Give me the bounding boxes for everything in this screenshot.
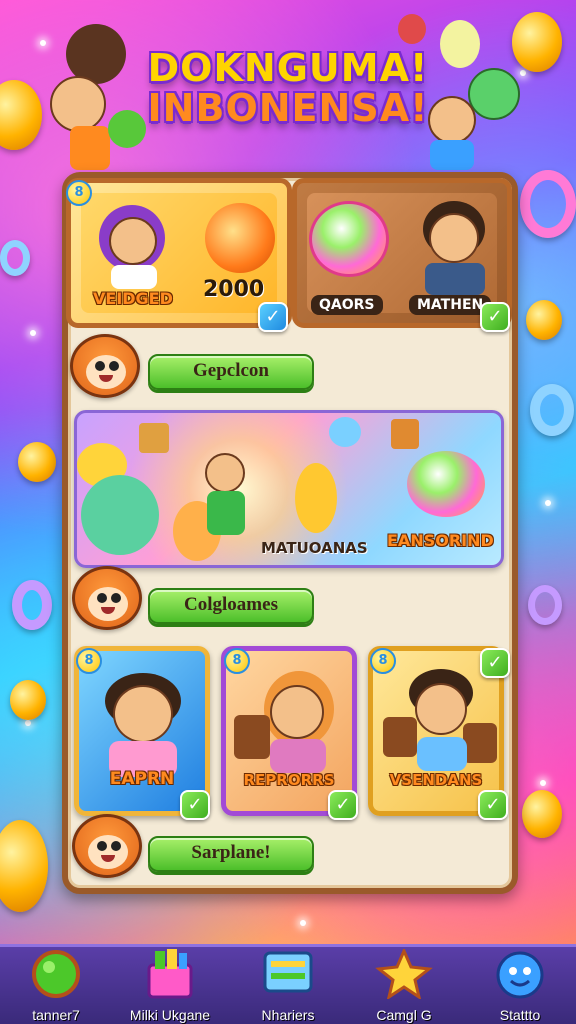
gold-coin-decoration xyxy=(18,442,56,482)
game-title-line2: INBONENSA! xyxy=(147,86,429,130)
gold-coin-decoration xyxy=(526,300,562,340)
nav-item-camgl-g[interactable]: Camgl G xyxy=(354,947,454,1024)
rainbow-shell-icon xyxy=(407,451,485,517)
card-label-right: MATHEN xyxy=(409,295,492,315)
blue-creature xyxy=(329,417,361,447)
chat-board-icon xyxy=(259,949,317,999)
nav-label: Stattto xyxy=(499,1007,541,1023)
nav-label: Milki Ukgane xyxy=(129,1007,211,1023)
character-card-label: VSENDANS xyxy=(389,771,483,789)
card-value: 2000 xyxy=(203,277,265,302)
monkey-mascot-icon xyxy=(70,334,140,398)
gold-coin-decoration xyxy=(0,80,42,150)
character-avatar xyxy=(66,24,126,84)
boy-character xyxy=(205,453,245,493)
character-portrait xyxy=(109,217,157,265)
rainbow-ball-icon xyxy=(309,201,389,277)
drum-icon xyxy=(463,723,497,763)
swirl-candy-icon xyxy=(205,203,275,273)
blue-monster-icon xyxy=(491,949,549,999)
character-body xyxy=(417,737,467,771)
character-avatar xyxy=(50,76,106,132)
cookie-icon xyxy=(139,423,169,453)
card-label-left: QAORS xyxy=(311,295,383,315)
monkey-mascot-icon xyxy=(72,566,142,630)
gold-coin-decoration xyxy=(522,790,562,838)
sparkle xyxy=(520,70,526,76)
nav-item-stattto[interactable]: Stattto xyxy=(470,949,570,1024)
character-portrait xyxy=(113,685,173,743)
green-dragon-creature xyxy=(81,475,159,555)
sparkle xyxy=(540,780,546,786)
check-icon[interactable]: ✓ xyxy=(258,302,288,332)
nav-label: Camgl G xyxy=(376,1007,432,1023)
card-label: VEIDGED xyxy=(93,289,173,308)
nav-item-nhariers[interactable]: Nhariers xyxy=(238,949,338,1024)
character-body xyxy=(270,739,326,773)
character-body xyxy=(425,263,485,295)
character-body xyxy=(111,265,157,289)
sparkle xyxy=(25,720,31,726)
character-portrait xyxy=(429,213,479,263)
monkey-mascot-icon xyxy=(72,814,142,878)
nav-label: tanner7 xyxy=(32,1007,80,1023)
drum-icon xyxy=(383,717,417,757)
bottom-nav: tanner7 Milki Ukgane Nhariers Camgl G St… xyxy=(0,944,576,1024)
ring-candy-decoration xyxy=(12,580,52,630)
event-banner[interactable]: MATUOANAS EANSORIND xyxy=(74,410,504,568)
green-medal-icon xyxy=(27,949,85,999)
character-card-label: REPRORRS xyxy=(243,771,335,789)
gepclcon-button[interactable]: Gepclcon xyxy=(148,354,314,390)
ring-candy-decoration xyxy=(520,170,576,238)
character-portrait xyxy=(415,683,467,735)
red-creature xyxy=(398,14,426,44)
sparkle xyxy=(300,920,306,926)
character-portrait xyxy=(270,685,324,739)
ring-candy-decoration xyxy=(0,240,30,276)
character-body xyxy=(430,140,474,170)
check-icon[interactable]: ✓ xyxy=(328,790,358,820)
nav-label: Nhariers xyxy=(261,1007,315,1023)
yellow-pet-creature xyxy=(295,463,337,533)
sparkle xyxy=(30,330,36,336)
colgloames-button[interactable]: Colgloames xyxy=(148,588,314,624)
check-icon[interactable]: ✓ xyxy=(478,790,508,820)
chocolate-icon xyxy=(391,419,419,449)
game-title: DOKNGUMA! INBONENSA! xyxy=(120,48,456,128)
star-icon xyxy=(375,947,433,1001)
sparkle xyxy=(40,40,46,46)
ring-candy-decoration xyxy=(528,585,562,625)
sarplane-button[interactable]: Sarplane! xyxy=(148,836,314,872)
character-avatar xyxy=(468,68,520,120)
nav-item-milki-ukgane[interactable]: Milki Ukgane xyxy=(120,949,220,1024)
sparkle xyxy=(545,500,551,506)
check-icon[interactable]: ✓ xyxy=(480,648,510,678)
featured-card-wood[interactable]: QAORS MATHEN xyxy=(292,178,512,328)
level-badge: 8 xyxy=(76,648,102,674)
check-icon[interactable]: ✓ xyxy=(480,302,510,332)
gold-coin-decoration xyxy=(10,680,46,720)
drum-icon xyxy=(234,715,270,759)
gold-coin-decoration xyxy=(0,820,48,912)
gift-box-icon xyxy=(141,949,199,999)
nav-item-tanner7[interactable]: tanner7 xyxy=(6,949,106,1024)
gold-coin-decoration xyxy=(512,12,562,72)
banner-label-right: EANSORIND xyxy=(387,531,494,550)
check-icon[interactable]: ✓ xyxy=(180,790,210,820)
level-badge: 8 xyxy=(370,648,396,674)
character-body xyxy=(70,126,110,170)
character-card-label: EAPRN xyxy=(109,769,175,789)
boy-character-body xyxy=(207,491,245,535)
game-title-line1: DOKNGUMA! xyxy=(147,46,429,90)
level-badge: 8 xyxy=(66,180,92,206)
ring-candy-decoration xyxy=(530,384,574,436)
level-badge: 8 xyxy=(224,648,250,674)
banner-label-left: MATUOANAS xyxy=(261,539,368,557)
